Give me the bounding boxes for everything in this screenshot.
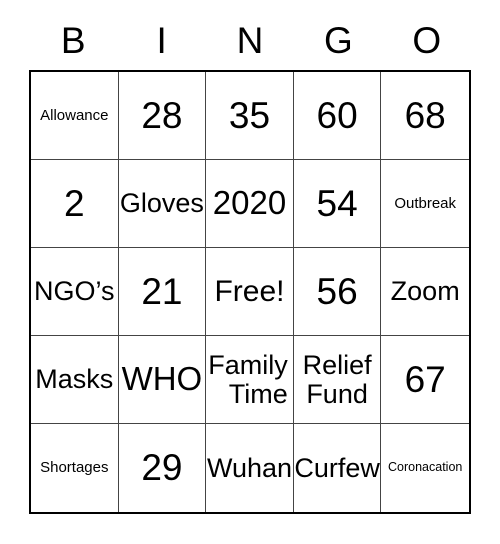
bingo-cell[interactable]: 67 (381, 336, 469, 424)
header-letter-text: B (60, 20, 86, 61)
header-letter-text: N (236, 20, 264, 61)
bingo-cell[interactable]: 60 (293, 72, 382, 160)
bingo-cell[interactable]: 2 (31, 160, 119, 248)
bingo-cell-label: 68 (404, 94, 446, 136)
bingo-cell[interactable]: Wuhan (206, 424, 294, 512)
bingo-cell[interactable]: Outbreak (381, 160, 469, 248)
bingo-cell-label: 21 (141, 270, 183, 312)
bingo-header-letter-i: I (117, 11, 205, 70)
bingo-cell-label: 2020 (212, 184, 287, 222)
bingo-cell[interactable]: 29 (119, 424, 207, 512)
bingo-cell[interactable]: Shortages (31, 424, 119, 512)
bingo-cell[interactable]: Zoom (381, 248, 469, 336)
bingo-cell[interactable]: 56 (293, 248, 382, 336)
bingo-cell-label: 60 (316, 94, 358, 136)
bingo-cell-label: Wuhan (206, 452, 293, 483)
bingo-cell-label: 28 (141, 94, 183, 136)
bingo-cell-label: Family Time (208, 349, 288, 409)
bingo-cell-label: 67 (404, 358, 446, 400)
bingo-cell[interactable]: 21 (118, 248, 207, 336)
bingo-cell[interactable]: Coronacation (381, 424, 469, 512)
bingo-cell-label: WHO (121, 360, 203, 398)
bingo-header-letter-o: O (383, 11, 471, 70)
bingo-cell-label: Shortages (40, 459, 109, 477)
bingo-card: B I N G O Allowance 28 35 60 68 2 Gloves 2020 54… (29, 11, 471, 514)
bingo-header-letter-n: N (206, 11, 294, 70)
bingo-cell[interactable]: 2020 (206, 160, 294, 248)
header-letter-text: G (323, 20, 353, 61)
bingo-cell-label: Curfew (294, 452, 380, 483)
bingo-header-letter-b: B (29, 11, 117, 70)
bingo-cell[interactable]: 54 (293, 160, 382, 248)
bingo-cell[interactable]: 28 (118, 72, 207, 160)
bingo-cell[interactable]: Free! (206, 248, 294, 336)
bingo-cell-label: Gloves (119, 188, 204, 219)
bingo-cell-label: Coronacation (388, 460, 463, 475)
bingo-cell-label: NGO’s (34, 276, 115, 307)
bingo-header-letter-g: G (294, 11, 382, 70)
bingo-cell-label: Masks (35, 364, 114, 395)
bingo-cell[interactable]: Gloves (118, 160, 207, 248)
bingo-cell[interactable]: Relief Fund (293, 336, 382, 424)
bingo-cell[interactable]: WHO (118, 336, 207, 424)
bingo-grid: Allowance 28 35 60 68 2 Gloves 2020 54 Outbreak NG… (29, 70, 471, 514)
header-letter-text: I (156, 20, 167, 61)
bingo-cell[interactable]: 35 (206, 72, 294, 160)
bingo-cell-label: 29 (141, 447, 183, 489)
bingo-cell-label: 35 (228, 94, 271, 136)
header-letter-text: O (412, 20, 442, 61)
bingo-cell[interactable]: Allowance (31, 72, 119, 160)
bingo-cell[interactable]: NGO’s (31, 248, 119, 336)
bingo-cell-label: 56 (316, 270, 358, 312)
bingo-cell-label: 54 (316, 182, 358, 224)
bingo-cell[interactable]: Masks (31, 336, 119, 424)
bingo-cell-label: Relief Fund (302, 349, 372, 409)
bingo-cell-label: Allowance (40, 106, 109, 124)
bingo-cell-label: Free! (214, 274, 285, 308)
bingo-header-row: B I N G O (29, 11, 471, 70)
bingo-cell-label: 2 (64, 182, 85, 224)
bingo-cell-label: Outbreak (394, 194, 457, 212)
bingo-cell-label: Zoom (390, 276, 460, 307)
bingo-cell[interactable]: 68 (381, 72, 469, 160)
bingo-cell[interactable]: Family Time (206, 336, 294, 424)
bingo-cell[interactable]: Curfew (294, 424, 382, 512)
